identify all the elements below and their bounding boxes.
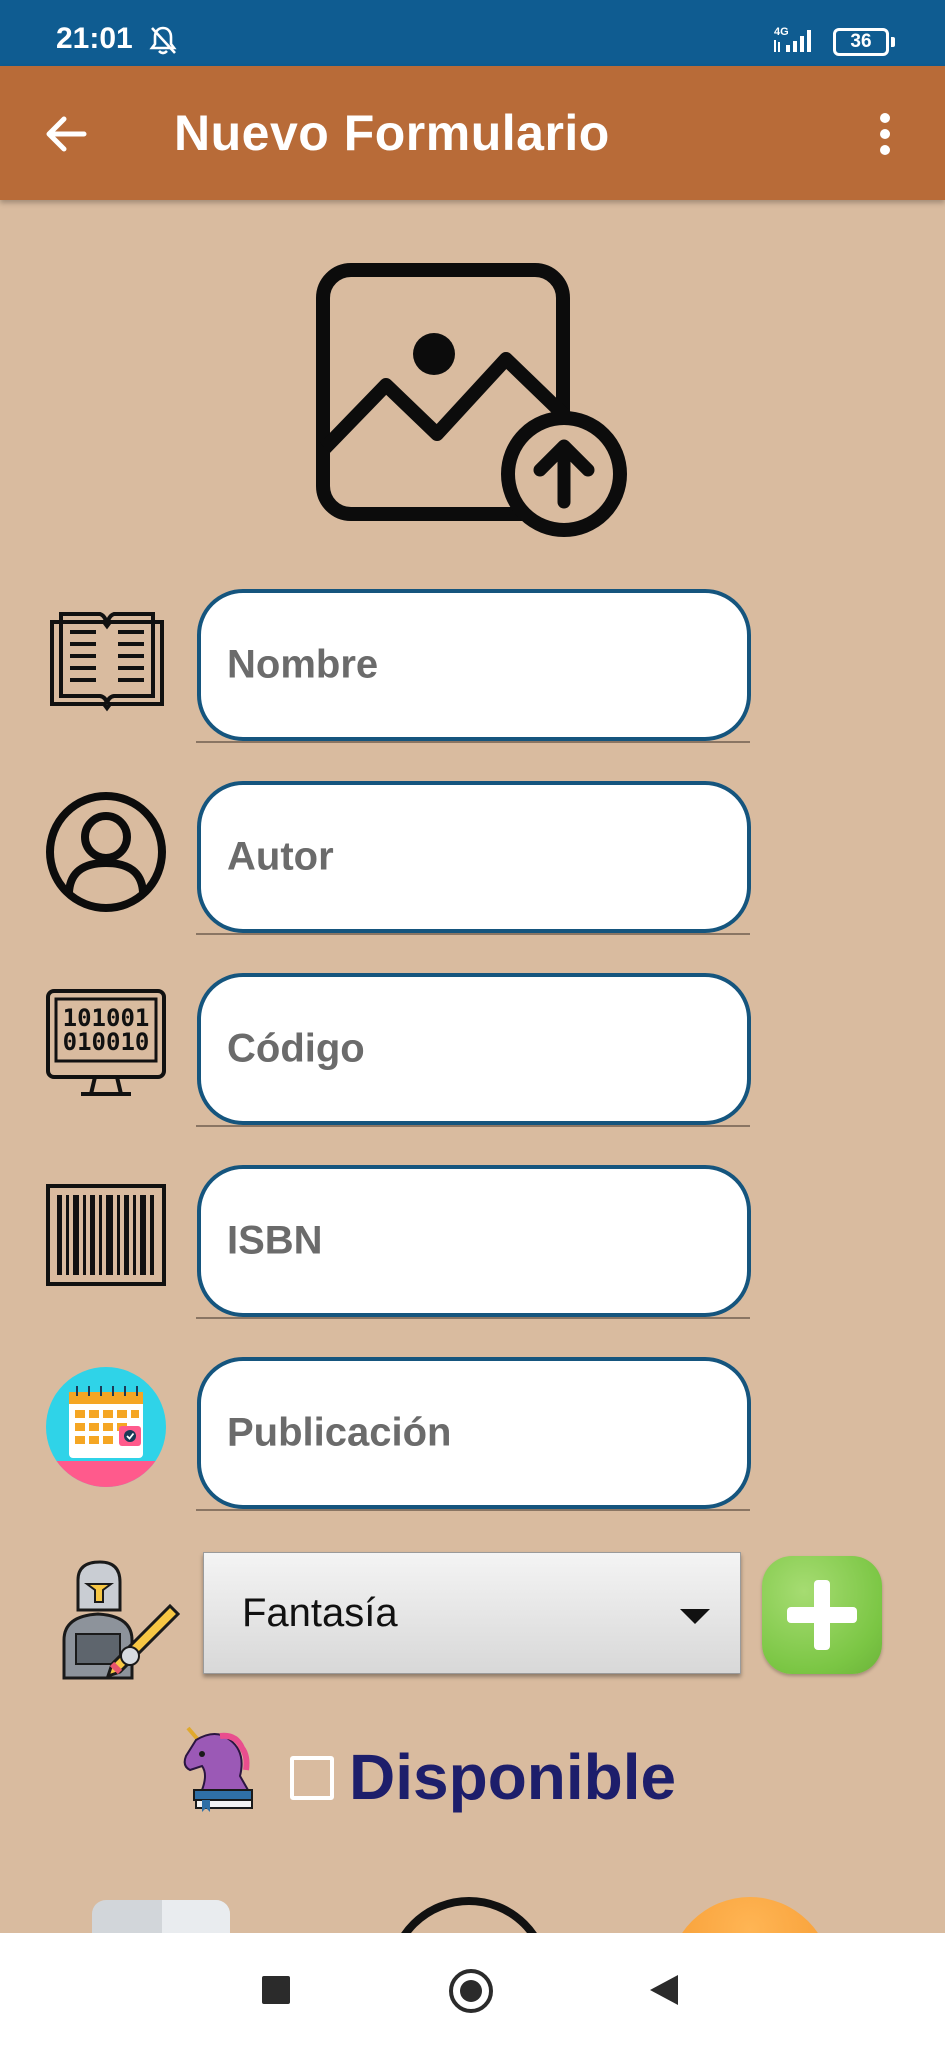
page-title: Nuevo Formulario <box>174 105 610 161</box>
isbn-placeholder: ISBN <box>227 1218 323 1263</box>
status-time: 21:01 <box>56 22 133 55</box>
recents-icon[interactable] <box>262 1976 290 2004</box>
genre-selected-value: Fantasía <box>242 1591 398 1635</box>
autor-placeholder: Autor <box>227 834 334 879</box>
codigo-underline <box>196 1125 750 1127</box>
disponible-label[interactable]: Disponible <box>349 1740 676 1814</box>
codigo-input[interactable]: Código <box>197 973 751 1125</box>
notifications-muted-icon <box>148 24 178 61</box>
image-upload-icon[interactable] <box>315 262 635 547</box>
unicorn-book-icon <box>180 1726 258 1817</box>
autor-input[interactable]: Autor <box>197 781 751 933</box>
back-triangle-icon[interactable] <box>650 1975 678 2005</box>
genre-dropdown[interactable]: Fantasía <box>203 1552 741 1674</box>
knight-writer-icon <box>58 1560 181 1685</box>
home-icon[interactable] <box>449 1969 493 2013</box>
back-arrow-icon[interactable] <box>44 112 88 161</box>
add-genre-button[interactable] <box>762 1556 882 1674</box>
network-type-label: 4G <box>774 26 789 38</box>
publicacion-underline <box>196 1509 750 1511</box>
disponible-checkbox[interactable] <box>290 1756 334 1800</box>
open-book-icon <box>48 612 166 717</box>
publicacion-input[interactable]: Publicación <box>197 1357 751 1509</box>
cell-signal-icon: 4G <box>772 24 822 59</box>
isbn-underline <box>196 1317 750 1319</box>
svg-text:010010: 010010 <box>63 1028 150 1056</box>
system-navigation-bar <box>0 1933 945 2048</box>
publicacion-placeholder: Publicación <box>227 1410 452 1455</box>
nombre-placeholder: Nombre <box>227 642 379 687</box>
app-bar: Nuevo Formulario <box>0 66 945 200</box>
nombre-underline <box>196 741 750 743</box>
barcode-icon <box>45 1183 167 1292</box>
binary-code-monitor-icon: 101001 010010 <box>45 988 167 1105</box>
autor-underline <box>196 933 750 935</box>
status-bar: 21:01 4G 36 <box>0 0 945 66</box>
partial-toggle-button[interactable] <box>92 1900 230 1933</box>
codigo-placeholder: Código <box>227 1026 365 1071</box>
battery-indicator: 36 <box>833 28 895 56</box>
user-profile-icon <box>45 791 167 918</box>
calendar-icon <box>45 1366 167 1493</box>
dropdown-arrow-icon <box>680 1609 710 1624</box>
partial-round-button[interactable] <box>383 1897 563 1933</box>
isbn-input[interactable]: ISBN <box>197 1165 751 1317</box>
partial-orange-button[interactable] <box>660 1897 840 1933</box>
nombre-input[interactable]: Nombre <box>197 589 751 741</box>
overflow-menu-icon[interactable] <box>877 112 893 161</box>
